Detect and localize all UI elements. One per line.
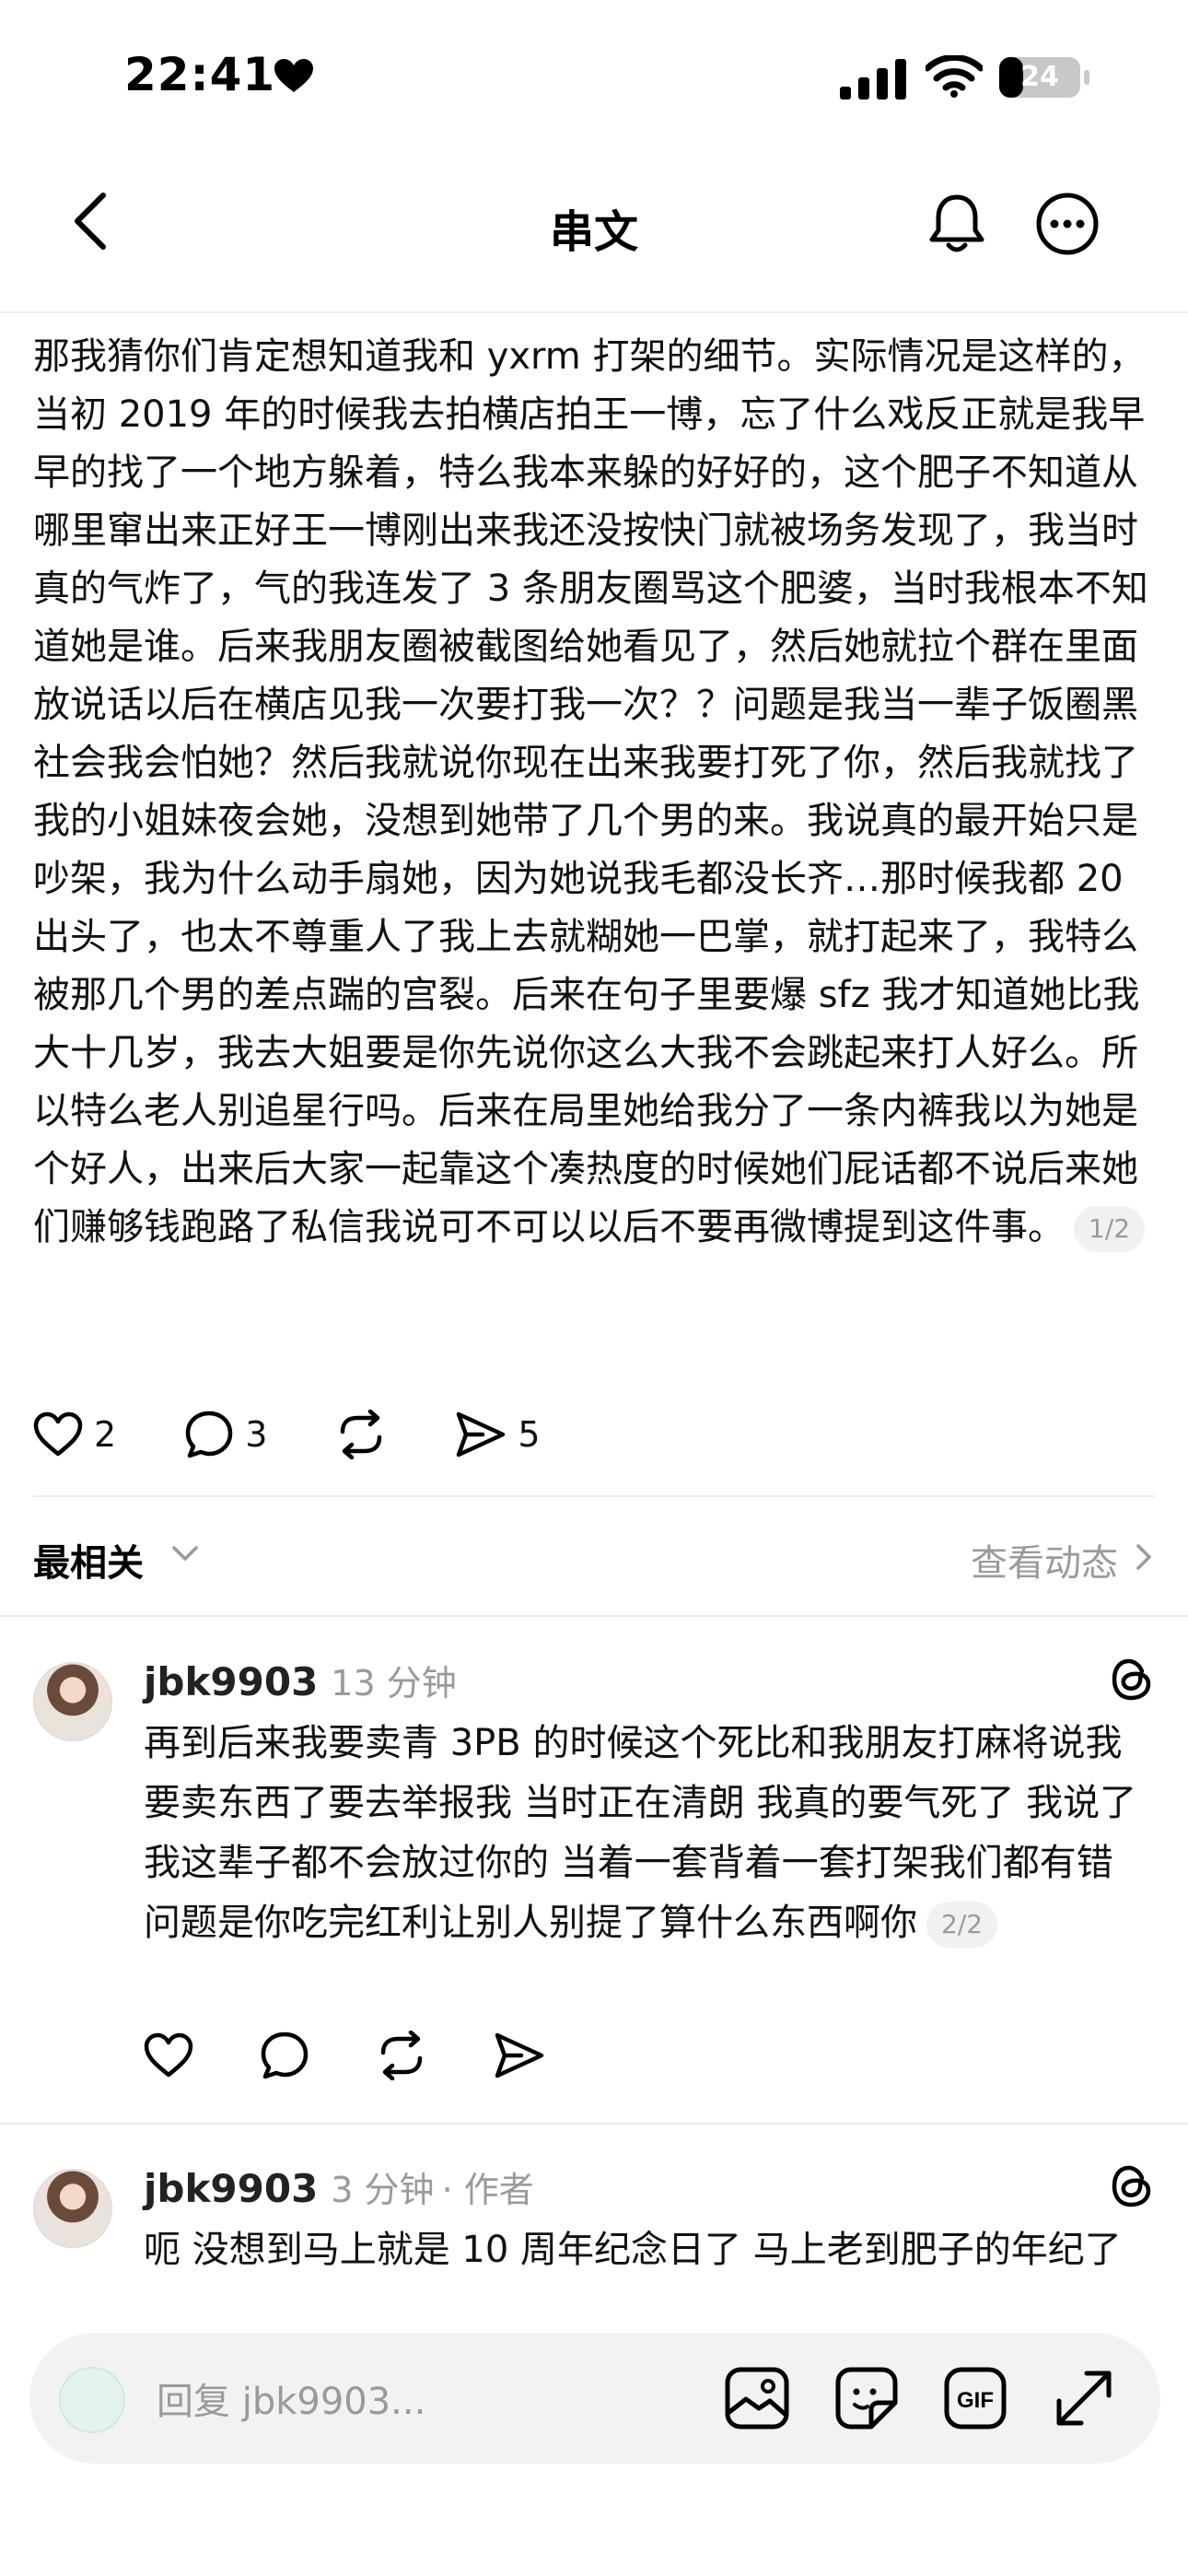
reply-body: 再到后来我要卖青 3PB 的时候这个死比和我朋友打麻将说我要卖东西了要去举报我 … (144, 1714, 1157, 1953)
reply-username[interactable]: jbk9903 (144, 1659, 318, 1704)
reply-actions (144, 2031, 545, 2080)
share-count: 5 (518, 1414, 541, 1455)
heart-icon[interactable] (144, 2032, 193, 2078)
heart-status-icon (274, 59, 313, 92)
repost-icon[interactable] (376, 2031, 427, 2080)
page-indicator: 1/2 (1074, 1206, 1146, 1252)
reply-divider (0, 2123, 1188, 2125)
view-activity-link[interactable]: 查看动态 (971, 1533, 1118, 1587)
post-actions: 2 3 5 (33, 1402, 609, 1467)
battery-icon: 24 (999, 57, 1091, 98)
chevron-right-icon[interactable] (1133, 1542, 1155, 1572)
share-button[interactable]: 5 (455, 1411, 541, 1458)
composer-avatar (59, 2367, 125, 2433)
sort-dropdown[interactable]: 最相关 (33, 1533, 144, 1587)
gallery-icon[interactable] (724, 2366, 790, 2430)
share-icon[interactable] (494, 2032, 545, 2079)
page-title: 串文 (549, 206, 638, 258)
repost-icon (341, 1410, 382, 1459)
reply-input[interactable]: 回复 jbk9903... (157, 2371, 425, 2425)
author-tag: · 作者 (441, 2170, 534, 2210)
status-time: 22:41 (124, 48, 276, 101)
reply-time: 13 分钟 (331, 1663, 457, 1704)
bell-icon[interactable] (928, 193, 985, 254)
heart-icon (33, 1411, 83, 1457)
page-indicator: 2/2 (926, 1902, 998, 1948)
reply-composer[interactable]: 回复 jbk9903... GIF (29, 2333, 1160, 2464)
signal-icon (840, 59, 906, 100)
post-text: 那我猜你们肯定想知道我和 yxrm 打架的细节。实际情况是这样的，当初 2019… (33, 335, 1148, 1248)
comment-icon[interactable] (260, 2031, 309, 2080)
repost-button[interactable] (335, 1410, 387, 1459)
comment-count: 3 (245, 1414, 268, 1455)
chevron-down-icon[interactable] (170, 1542, 200, 1564)
threads-icon[interactable] (1107, 1655, 1157, 1704)
like-button[interactable]: 2 (33, 1411, 116, 1458)
svg-text:GIF: GIF (957, 2388, 994, 2413)
expand-icon[interactable] (1052, 2366, 1116, 2430)
threads-icon[interactable] (1107, 2161, 1157, 2211)
like-count: 2 (94, 1414, 117, 1455)
share-icon (457, 1411, 506, 1458)
comments-divider (0, 1615, 1188, 1617)
section-divider (33, 1495, 1155, 1497)
sticker-icon[interactable] (834, 2366, 899, 2430)
reply-text: 呃 没想到马上就是 10 周年纪念日了 马上老到肥子的年纪了 (144, 2229, 1122, 2271)
reply-header: jbk9903 13 分钟 (144, 1655, 457, 1705)
avatar[interactable] (33, 1662, 112, 1741)
gif-icon[interactable]: GIF (943, 2366, 1007, 2430)
battery-level: 24 (1020, 61, 1059, 93)
post-body: 那我猜你们肯定想知道我和 yxrm 打架的细节。实际情况是这样的，当初 2019… (33, 328, 1157, 1257)
header-divider (0, 311, 1188, 313)
avatar[interactable] (33, 2169, 112, 2248)
more-icon[interactable] (1035, 192, 1100, 256)
reply-time: 3 分钟 (331, 2170, 435, 2210)
reply-header: jbk9903 3 分钟 · 作者 (144, 2161, 534, 2212)
comment-button[interactable]: 3 (184, 1410, 267, 1459)
reply-username[interactable]: jbk9903 (144, 2166, 318, 2211)
wifi-icon (926, 55, 983, 98)
comment-icon (185, 1411, 233, 1458)
